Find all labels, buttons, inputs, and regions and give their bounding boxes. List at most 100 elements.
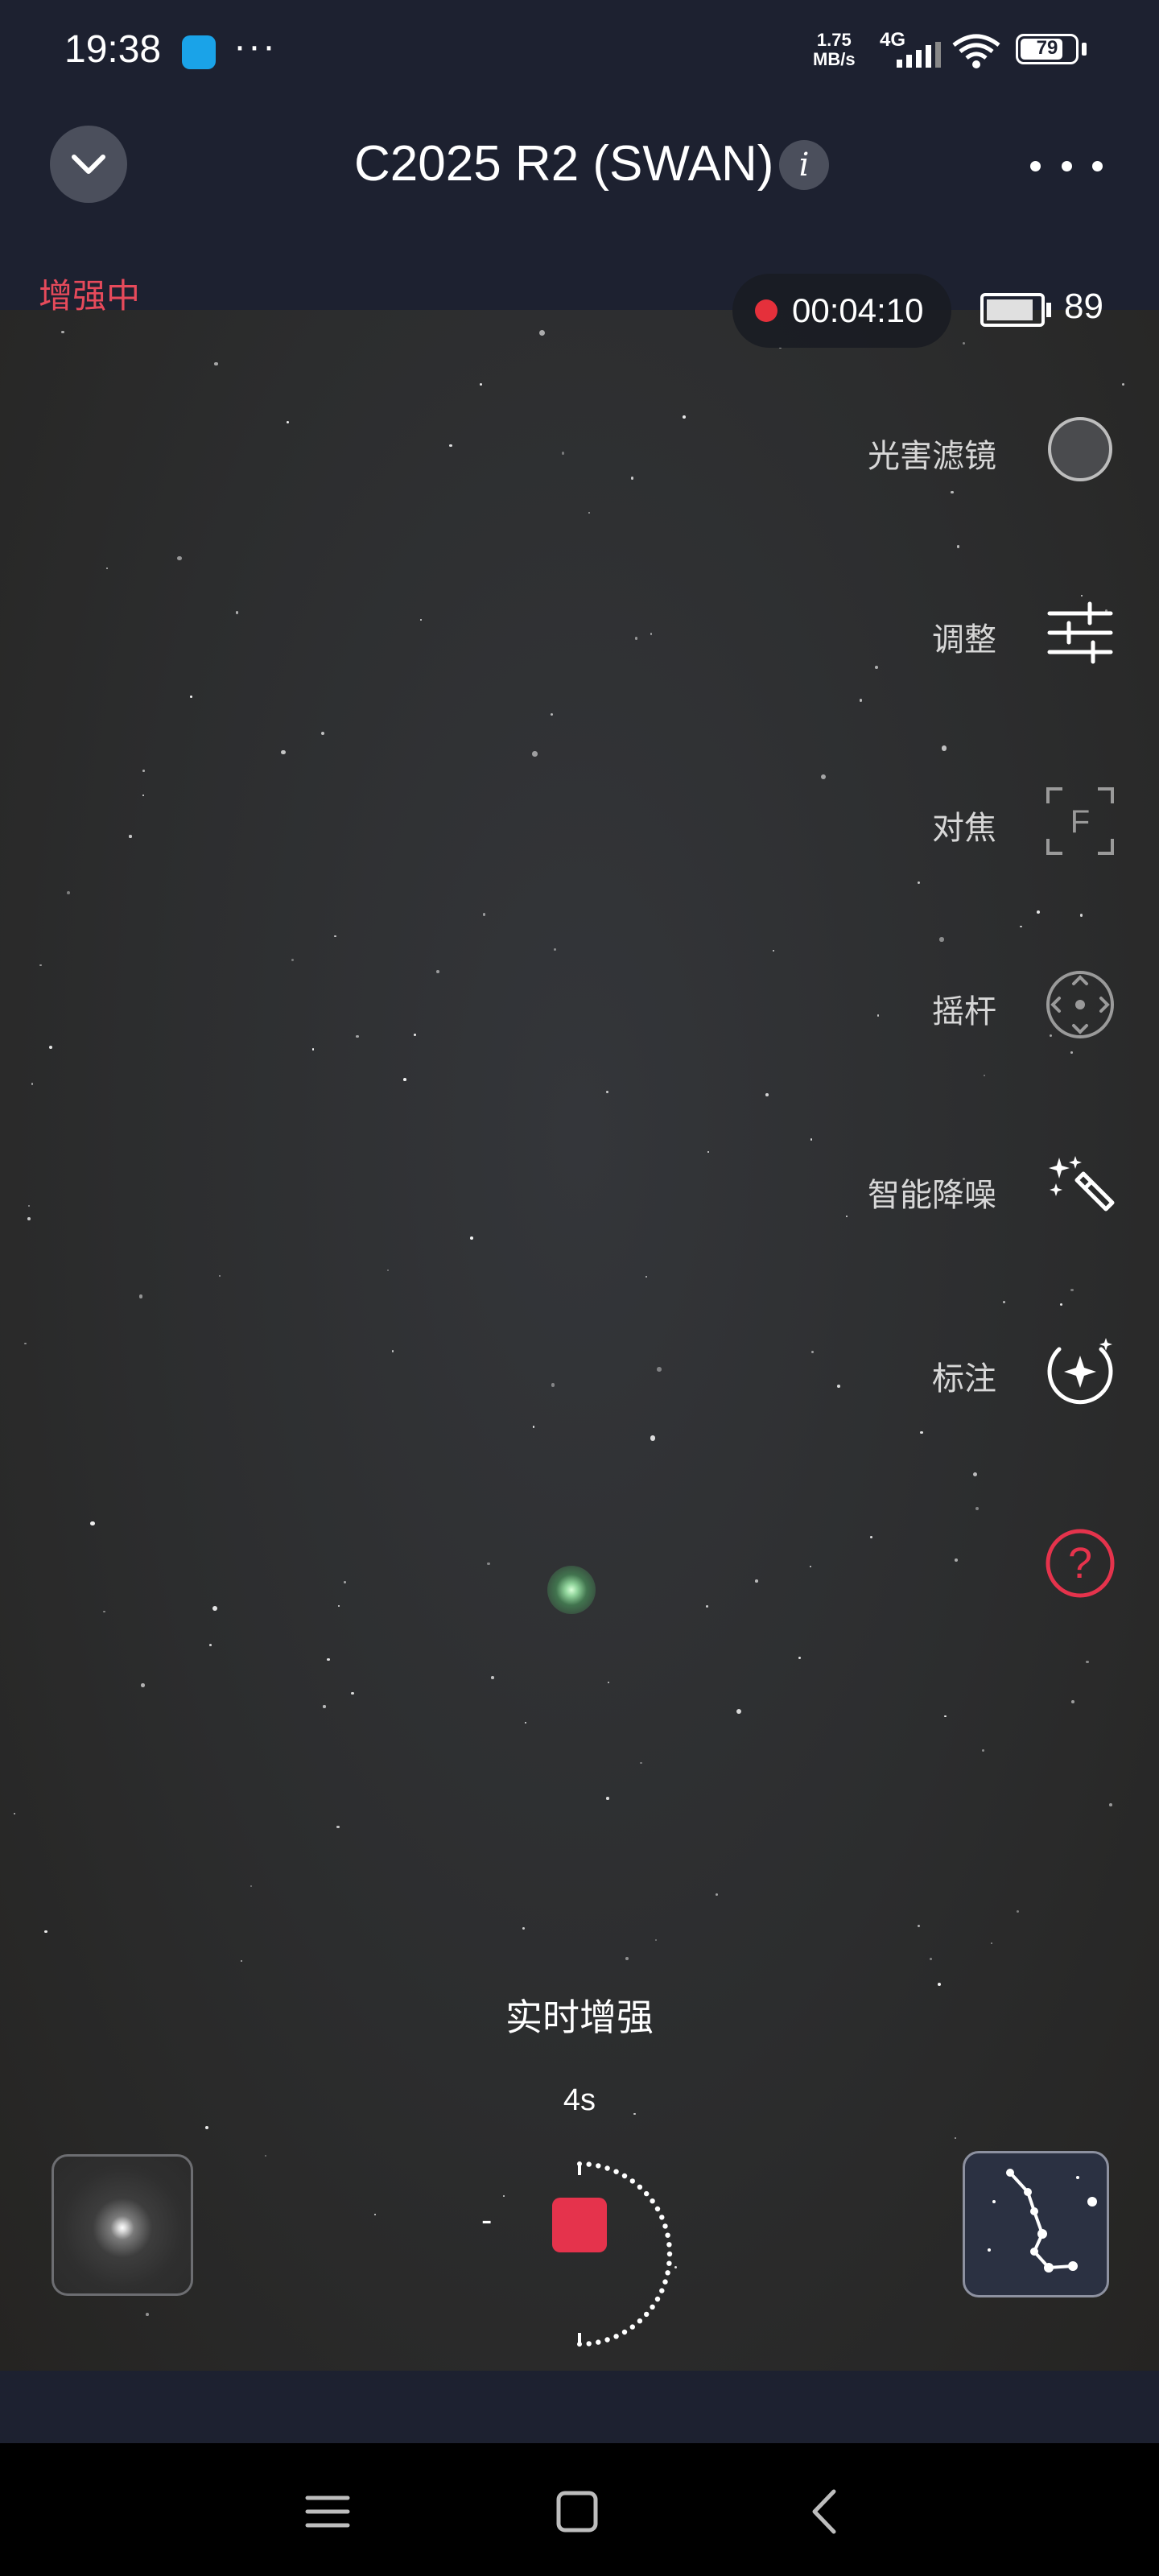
ring-tick	[604, 2165, 610, 2171]
star	[286, 420, 290, 424]
star	[607, 1682, 610, 1684]
star	[551, 1383, 555, 1387]
star	[715, 1893, 718, 1896]
tool-smart-denoise[interactable]: 智能降噪	[596, 1148, 1159, 1228]
home-icon[interactable]	[549, 2483, 605, 2540]
annotate-star-icon	[1047, 1338, 1113, 1405]
star	[554, 948, 557, 951]
star	[13, 1812, 16, 1815]
app-header: C2025 R2 (SWAN) i	[0, 101, 1159, 222]
star	[772, 949, 775, 952]
star	[1070, 1700, 1074, 1704]
star	[606, 1797, 610, 1800]
menu-icon[interactable]	[299, 2483, 356, 2540]
star	[487, 1562, 491, 1566]
star	[250, 1885, 253, 1887]
ring-tick	[662, 2223, 668, 2229]
more-options-button[interactable]	[1030, 150, 1103, 182]
star	[1108, 1802, 1112, 1806]
star	[31, 1083, 34, 1085]
star	[190, 695, 193, 698]
more-dot-icon	[1030, 160, 1041, 171]
star	[1086, 1661, 1089, 1664]
ring-tick	[650, 2198, 655, 2204]
star	[1060, 1303, 1063, 1307]
star	[736, 1708, 742, 1714]
tool-adjust[interactable]: 调整	[596, 592, 1159, 673]
collapse-button[interactable]	[50, 126, 127, 203]
star	[954, 2137, 956, 2140]
star	[522, 1927, 525, 1930]
star	[981, 1748, 984, 1752]
star	[177, 555, 183, 561]
star	[525, 1721, 527, 1724]
tool-annotate[interactable]: 标注	[596, 1331, 1159, 1412]
tool-focus[interactable]: 对焦 F	[596, 781, 1159, 861]
ring-tick	[596, 2163, 601, 2169]
star	[939, 937, 944, 942]
system-nav-bar	[0, 2443, 1159, 2576]
star	[204, 2126, 208, 2130]
star	[1036, 910, 1040, 914]
star	[917, 881, 921, 885]
star	[66, 890, 70, 894]
tool-help[interactable]: ?	[596, 1523, 1159, 1604]
tool-label: 对焦	[932, 811, 996, 846]
star-map-button[interactable]	[963, 2151, 1109, 2297]
phone-battery-value: 79	[1036, 37, 1058, 59]
ring-tick	[654, 2296, 661, 2302]
tool-label: 智能降噪	[868, 1178, 996, 1213]
ring-tick	[644, 2190, 650, 2197]
more-dot-icon	[1061, 160, 1072, 171]
star	[320, 731, 324, 736]
star	[311, 1048, 315, 1051]
tool-light-pollution-filter[interactable]: 光害滤镜	[596, 409, 1159, 489]
star	[957, 545, 960, 548]
chevron-down-icon	[72, 155, 105, 174]
ring-tick	[637, 2184, 643, 2190]
back-icon[interactable]	[798, 2483, 855, 2540]
stop-capture-button[interactable]	[552, 2198, 607, 2252]
gallery-thumbnail[interactable]	[52, 2154, 193, 2296]
info-button[interactable]: i	[779, 140, 829, 190]
ring-tick	[650, 2304, 655, 2310]
star	[374, 2213, 377, 2215]
ring-tick	[654, 2206, 661, 2212]
help-icon: ?	[1046, 1529, 1115, 1598]
star	[640, 1761, 642, 1764]
ring-tick	[613, 2169, 619, 2174]
device-battery-icon	[980, 293, 1045, 327]
star	[337, 1604, 340, 1607]
star	[532, 1426, 535, 1428]
star	[39, 964, 42, 967]
tool-label: 标注	[932, 1361, 996, 1397]
star	[344, 1581, 346, 1583]
star	[387, 1269, 390, 1272]
star	[561, 452, 565, 455]
star	[539, 330, 546, 336]
star	[241, 1960, 243, 1963]
tool-label: 光害滤镜	[868, 439, 996, 474]
star	[281, 750, 286, 755]
star	[129, 835, 132, 838]
ring-tick	[586, 2341, 592, 2347]
app-notification-icon	[182, 35, 216, 69]
star	[209, 1644, 212, 1646]
star	[402, 1078, 406, 1082]
star	[951, 490, 955, 494]
ring-tick	[604, 2337, 610, 2343]
ring-tick	[666, 2251, 673, 2257]
signal-icon	[897, 42, 941, 68]
ring-tick	[665, 2232, 670, 2238]
star	[479, 382, 482, 386]
star	[27, 1205, 31, 1208]
star	[323, 1705, 326, 1708]
star	[991, 1942, 993, 1944]
star	[972, 1472, 978, 1477]
tool-joystick[interactable]: 摇杆	[596, 964, 1159, 1045]
joystick-icon	[1046, 971, 1114, 1038]
ring-tick	[644, 2311, 650, 2318]
star	[145, 2313, 149, 2316]
star	[645, 1275, 648, 1278]
ring-tick	[629, 2324, 635, 2330]
